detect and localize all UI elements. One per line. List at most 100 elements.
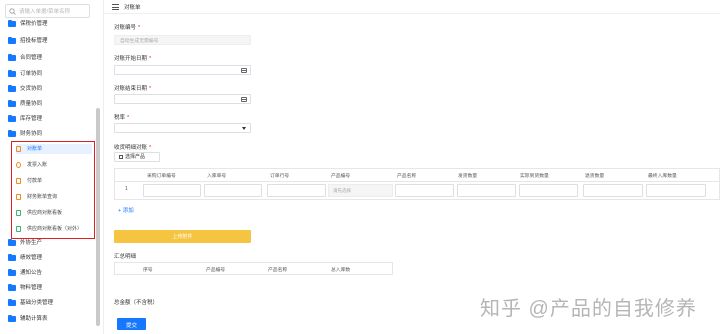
upload-attachment-button[interactable]: 上传附件 [114, 230, 251, 243]
sidebar-subitem-supplier-board[interactable]: 供应商对账看板 [16, 208, 92, 218]
column-header: 发货数量 [458, 174, 478, 179]
receipt-no-input[interactable] [204, 184, 262, 197]
watermark: 知乎 @产品的自我修养 [480, 298, 697, 320]
sidebar-item-label: 招投标管理 [20, 38, 48, 44]
sidebar-item-finance[interactable]: 财务协同 [8, 129, 94, 139]
order-line-input[interactable] [267, 184, 326, 197]
row-number: 1 [125, 186, 128, 192]
sidebar-item-label: 物料管理 [20, 285, 43, 291]
submit-label: 提交 [125, 323, 137, 329]
product-name-input[interactable] [395, 184, 454, 197]
product-code-input[interactable]: 请先选择 [328, 184, 393, 197]
sidebar-item-inventory[interactable]: 库存管理 [8, 114, 94, 124]
select-icon [119, 155, 123, 159]
sidebar-item-label: 外协生产 [20, 240, 43, 246]
folder-icon [8, 130, 16, 137]
summary-section-label: 汇总明细 [114, 254, 137, 260]
add-row-link[interactable]: + 添加 [118, 206, 134, 214]
menu-icon[interactable] [112, 4, 119, 10]
statement-no-input[interactable]: 自动生成无需编号 [114, 35, 251, 45]
sidebar-item-label: 保税价管理 [20, 21, 48, 27]
bill-icon [16, 194, 21, 200]
sidebar-subitem-invoice[interactable]: 发票入账 [16, 160, 92, 170]
detail-section-label: 收货明细对账 * [114, 145, 152, 151]
sidebar: 请输入单据/菜单名称 保税价管理 招投标管理 合同管理 订单协同 交货协同 质量… [0, 0, 104, 334]
search-icon [9, 8, 16, 15]
total-amount-label: 总金额（不含税） [114, 300, 159, 306]
folder-icon [8, 20, 16, 27]
sidebar-item-label: 财务账单查询 [27, 194, 58, 200]
folder-icon [8, 70, 16, 77]
folder-icon [8, 37, 16, 44]
sidebar-item-contract[interactable]: 合同管理 [8, 53, 94, 63]
sidebar-item-order[interactable]: 订单协同 [8, 69, 94, 79]
folder-icon [8, 269, 16, 276]
sidebar-item-category[interactable]: 基础分类管理 [8, 298, 94, 308]
sidebar-item-label: 合同管理 [20, 55, 43, 61]
sidebar-item-notice[interactable]: 通知公告 [8, 268, 94, 278]
select-product-label: 选择产品 [125, 154, 146, 160]
column-header: 退货数量 [585, 174, 605, 179]
sidebar-item-label: 财务协同 [20, 131, 43, 137]
sidebar-item-quality[interactable]: 质量协同 [8, 99, 94, 109]
folder-icon [8, 254, 16, 261]
folder-icon [8, 299, 16, 306]
sidebar-item-outsourcing[interactable]: 外协生产 [8, 238, 94, 248]
sidebar-item-label: 交货协同 [20, 86, 43, 92]
sidebar-item-price[interactable]: 保税价管理 [8, 19, 94, 29]
sidebar-scrollbar[interactable] [96, 108, 100, 326]
sidebar-subitem-supplier-board-external[interactable]: 供应商对账看板（对外） [16, 224, 92, 234]
summary-table [114, 262, 393, 275]
end-date-input[interactable] [114, 94, 251, 104]
shipped-qty-input[interactable] [457, 184, 516, 197]
column-header: 入库单号 [207, 174, 227, 179]
sidebar-item-label: 库存管理 [20, 116, 43, 122]
end-date-label: 对账结束日期 * [114, 86, 152, 92]
sidebar-item-calc[interactable]: 辅助计算表 [8, 314, 94, 324]
sidebar-subitem-bill-query[interactable]: 财务账单查询 [16, 192, 92, 202]
sidebar-subitem-payment[interactable]: 付款单 [16, 176, 92, 186]
column-header: 订单行号 [270, 174, 290, 179]
folder-icon [8, 100, 16, 107]
calendar-icon[interactable] [241, 97, 247, 102]
arrived-qty-input[interactable] [519, 184, 578, 197]
final-qty-input[interactable] [646, 184, 706, 197]
submit-button[interactable]: 提交 [117, 318, 146, 330]
search-placeholder: 请输入单据/菜单名称 [19, 9, 71, 15]
statement-no-label: 对账编号 * [114, 25, 141, 31]
folder-icon [8, 54, 16, 61]
sidebar-item-material[interactable]: 物料管理 [8, 283, 94, 293]
sidebar-item-bidding[interactable]: 招投标管理 [8, 36, 94, 46]
sidebar-item-delivery[interactable]: 交货协同 [8, 84, 94, 94]
sidebar-item-label: 供应商对账看板（对外） [27, 226, 83, 232]
sidebar-item-label: 质量协同 [20, 101, 43, 107]
column-header: 实际到货数量 [520, 174, 549, 179]
product-code-placeholder: 请先选择 [333, 188, 351, 193]
sidebar-item-label: 基础分类管理 [20, 300, 54, 306]
tax-rate-label: 税率 * [114, 115, 130, 121]
po-number-input[interactable] [143, 184, 201, 197]
sidebar-item-label: 绩效管理 [20, 255, 43, 261]
sidebar-item-label: 对账单 [27, 146, 43, 152]
payment-icon [16, 178, 21, 184]
folder-icon [8, 115, 16, 122]
chevron-down-icon [242, 127, 246, 130]
column-header: 产品名称 [268, 268, 288, 273]
start-date-input[interactable] [114, 65, 251, 75]
document-icon [16, 146, 21, 152]
calendar-icon[interactable] [241, 68, 247, 73]
sidebar-search-input[interactable]: 请输入单据/菜单名称 [5, 4, 90, 18]
tax-rate-select[interactable] [114, 123, 251, 133]
folder-icon [8, 85, 16, 92]
board-icon [16, 226, 21, 232]
sidebar-item-label: 供应商对账看板 [27, 210, 63, 216]
sidebar-subitem-statement[interactable]: 对账单 [16, 144, 92, 154]
column-header: 产品编号 [331, 174, 351, 179]
sidebar-item-label: 发票入账 [27, 162, 48, 168]
select-product-button[interactable]: 选择产品 [114, 152, 160, 162]
sidebar-item-label: 辅助计算表 [20, 316, 48, 322]
return-qty-input[interactable] [583, 184, 643, 197]
start-date-label: 对账开始日期 * [114, 56, 152, 62]
sidebar-item-label: 通知公告 [20, 270, 43, 276]
sidebar-item-performance[interactable]: 绩效管理 [8, 253, 94, 263]
